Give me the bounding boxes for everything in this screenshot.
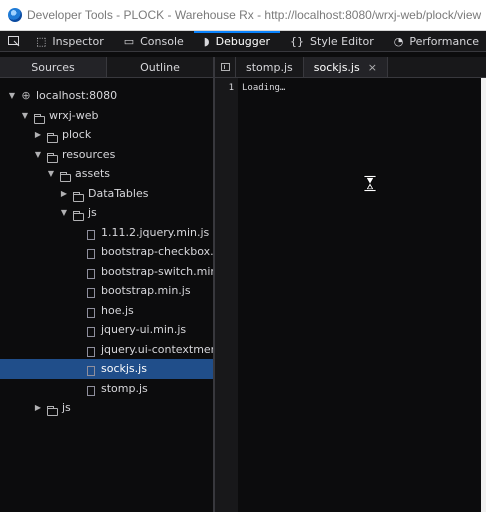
tab-console[interactable]: ▭ Console — [114, 31, 194, 51]
folder-icon — [32, 106, 46, 126]
firefox-devtools-icon — [8, 8, 22, 22]
tab-inspector[interactable]: ⬚ Inspector — [26, 31, 114, 51]
inspector-icon: ⬚ — [36, 34, 47, 48]
file-icon — [84, 301, 98, 321]
collapsed-arrow-icon[interactable]: ▶ — [33, 125, 43, 145]
editor-tab-sockjs[interactable]: sockjs.js × — [303, 57, 388, 78]
devtools-toolbar: ⬚ Inspector ▭ Console ◗ Debugger {} Style Edito… — [0, 31, 486, 52]
tree-item-label: DataTables — [88, 186, 149, 200]
tree-item-label: js — [62, 401, 71, 414]
tab-label: Style Editor — [310, 34, 374, 48]
tree-item-label: js — [88, 206, 97, 219]
tree-folder-item[interactable]: ▼ ⊕ localhost:8080 — [0, 86, 213, 106]
editor-tabs: stomp.js sockjs.js × — [215, 57, 486, 78]
sidebar-toggle-icon — [220, 63, 230, 71]
line-number: 1 — [228, 83, 234, 93]
tree-item-label: resources — [62, 147, 116, 161]
tree-file-item[interactable]: 1.11.2.jquery.min.js — [0, 223, 213, 243]
close-icon[interactable]: × — [368, 57, 377, 78]
sources-pane: Sources Outline ▼ ⊕ localhost:8080 ▼ wrxj-we… — [0, 57, 261, 512]
tree-folder-item[interactable]: ▶ plock — [0, 125, 213, 145]
globe-icon: ⊕ — [21, 89, 31, 102]
file-icon — [84, 281, 98, 301]
pick-element-button[interactable] — [0, 31, 26, 51]
editor-tab-label: stomp.js — [246, 60, 293, 74]
file-icon — [84, 379, 98, 399]
toggle-sources-pane-button[interactable] — [215, 57, 236, 77]
expanded-arrow-icon[interactable]: ▼ — [46, 164, 56, 184]
expanded-arrow-icon[interactable]: ▼ — [59, 203, 69, 223]
tree-item-label: jquery-ui.min.js — [101, 323, 187, 336]
tree-file-item[interactable]: sockjs.js — [0, 359, 213, 379]
tab-sources[interactable]: Sources — [0, 57, 107, 77]
folder-icon — [45, 145, 59, 165]
tab-label: Inspector — [52, 34, 104, 48]
file-icon — [84, 262, 98, 282]
editor-pane: stomp.js sockjs.js × 1 Loading… — [215, 57, 486, 512]
tree-item-label: hoe.js — [101, 303, 134, 317]
tree-item-label: assets — [75, 167, 111, 180]
tree-folder-item[interactable]: ▼ resources — [0, 145, 213, 165]
editor-tab-stomp[interactable]: stomp.js — [236, 57, 304, 77]
tree-file-item[interactable]: jquery.ui-contextmenu.min.js — [0, 340, 261, 360]
editor-tab-label: sockjs.js — [313, 60, 360, 74]
folder-icon — [71, 184, 85, 204]
tab-debugger[interactable]: ◗ Debugger — [193, 31, 281, 51]
folder-icon — [45, 125, 59, 145]
tree-folder-item[interactable]: ▼ wrxj-web — [0, 106, 213, 126]
code-content[interactable]: Loading… — [242, 78, 285, 98]
tree-file-item[interactable]: hoe.js — [0, 301, 213, 321]
tree-folder-item[interactable]: ▶ DataTables — [0, 184, 213, 204]
file-icon — [84, 359, 98, 379]
code-line: Loading… — [242, 83, 286, 93]
debugger-icon: ◗ — [203, 34, 210, 48]
hourglass-cursor-icon — [363, 175, 377, 192]
tab-label: Performance — [409, 34, 480, 48]
file-icon — [84, 320, 98, 340]
tab-outline[interactable]: Outline — [107, 57, 213, 77]
collapsed-arrow-icon[interactable]: ▶ — [59, 184, 69, 204]
tree-file-item[interactable]: stomp.js — [0, 379, 213, 399]
window-titlebar: Developer Tools - PLOCK - Warehouse Rx -… — [0, 0, 486, 31]
tree-item-label: localhost:8080 — [36, 89, 118, 102]
tree-item-label: sockjs.js — [101, 362, 147, 375]
tree-item-label: plock — [62, 128, 92, 141]
expanded-arrow-icon[interactable]: ▼ — [7, 86, 17, 106]
tree-item-label: bootstrap-switch.min.js — [101, 264, 230, 278]
tree-folder-item[interactable]: ▼ js — [0, 203, 213, 223]
tree-item-label: stomp.js — [101, 381, 148, 395]
tree-folder-item[interactable]: ▼ assets — [0, 164, 213, 184]
tree-item-label: 1.11.2.jquery.min.js — [101, 225, 210, 239]
tree-item-label: bootstrap.min.js — [101, 284, 191, 297]
tree-file-item[interactable]: bootstrap.min.js — [0, 281, 213, 301]
tree-file-item[interactable]: bootstrap-switch.min.js — [0, 262, 230, 282]
console-icon: ▭ — [123, 34, 135, 48]
tree-file-item[interactable]: jquery-ui.min.js — [0, 320, 213, 340]
sources-tree: ▼ ⊕ localhost:8080 ▼ wrxj-web ▶ plock ▼ resource… — [0, 78, 261, 418]
line-number-gutter: 1 — [215, 78, 238, 512]
tab-label: Debugger — [215, 34, 271, 48]
tab-style-editor[interactable]: {} Style Editor — [280, 31, 384, 51]
expanded-arrow-icon[interactable]: ▼ — [33, 145, 43, 165]
style-editor-icon: {} — [290, 34, 305, 48]
file-icon — [84, 223, 98, 243]
collapsed-arrow-icon[interactable]: ▶ — [33, 398, 43, 418]
pick-element-icon — [8, 35, 20, 46]
tab-performance[interactable]: ◔ Performance — [384, 31, 486, 51]
sources-subtabs: Sources Outline — [0, 57, 213, 78]
file-icon — [84, 340, 98, 360]
folder-icon — [58, 164, 72, 184]
tree-folder-item[interactable]: ▶ js — [0, 398, 213, 418]
tree-item-label: wrxj-web — [49, 108, 99, 122]
expanded-arrow-icon[interactable]: ▼ — [20, 106, 30, 126]
folder-icon — [71, 203, 85, 223]
file-icon — [84, 242, 98, 262]
window-title: Developer Tools - PLOCK - Warehouse Rx -… — [27, 8, 482, 22]
window-edge — [481, 78, 486, 512]
performance-icon: ◔ — [393, 34, 404, 48]
tree-file-item[interactable]: bootstrap-checkbox.min.js — [0, 242, 247, 262]
tab-label: Console — [140, 34, 184, 48]
folder-icon — [45, 398, 59, 418]
